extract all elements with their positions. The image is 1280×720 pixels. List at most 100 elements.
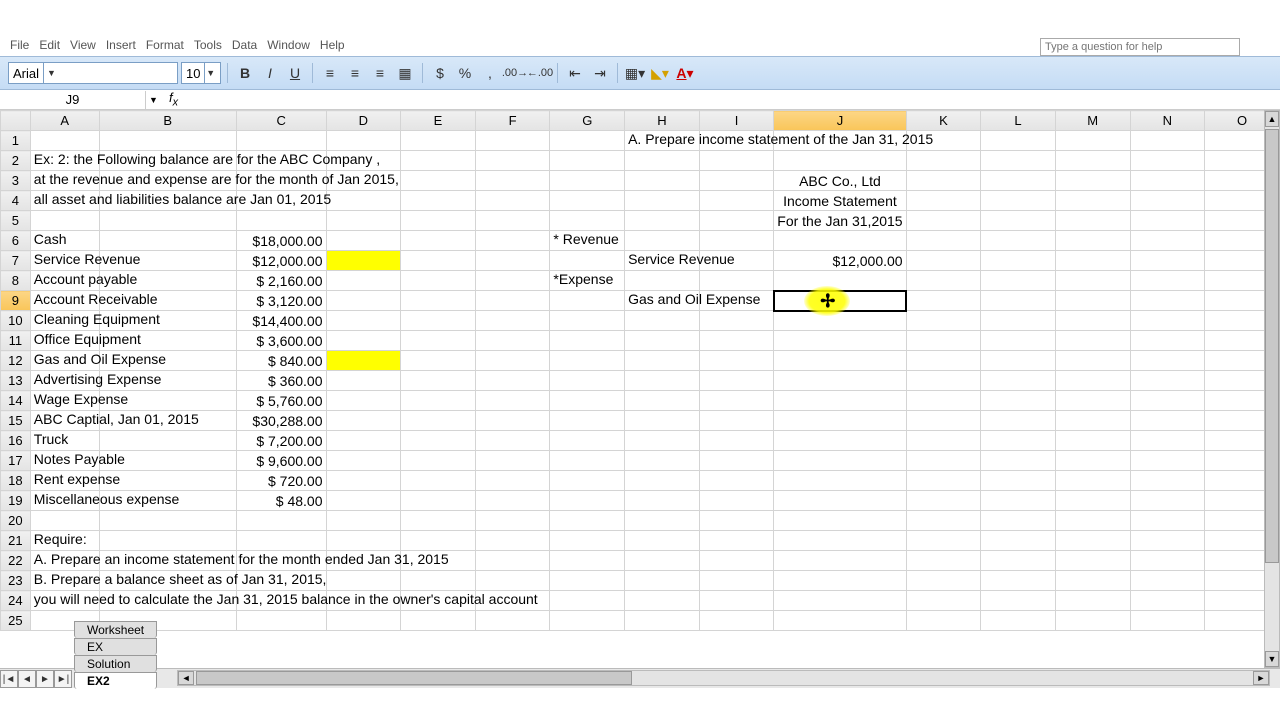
cell-E14[interactable] — [401, 391, 476, 411]
cell-K7[interactable] — [906, 251, 981, 271]
cell-H15[interactable] — [625, 411, 700, 431]
cell-I21[interactable] — [699, 531, 774, 551]
comma-button[interactable]: , — [479, 62, 501, 84]
cell-I15[interactable] — [699, 411, 774, 431]
cell-L21[interactable] — [981, 531, 1056, 551]
cell-K25[interactable] — [906, 611, 981, 631]
cell-A1[interactable] — [30, 131, 99, 151]
spreadsheet-grid[interactable]: ABCDEFGHIJKLMNO 1A. Prepare income state… — [0, 110, 1280, 631]
cell-A22[interactable]: A. Prepare an income statement for the m… — [30, 551, 99, 571]
row-header[interactable]: 10 — [1, 311, 31, 331]
row-header[interactable]: 19 — [1, 491, 31, 511]
cell-D12[interactable] — [326, 351, 401, 371]
cell-B21[interactable] — [99, 531, 236, 551]
cell-B6[interactable] — [99, 231, 236, 251]
cell-L14[interactable] — [981, 391, 1056, 411]
cell-K8[interactable] — [906, 271, 981, 291]
cell-L22[interactable] — [981, 551, 1056, 571]
cell-L1[interactable] — [981, 131, 1056, 151]
cell-A6[interactable]: Cash — [30, 231, 99, 251]
cell-F21[interactable] — [475, 531, 550, 551]
cell-D14[interactable] — [326, 391, 401, 411]
cell-K12[interactable] — [906, 351, 981, 371]
cell-J14[interactable] — [774, 391, 906, 411]
cell-F15[interactable] — [475, 411, 550, 431]
cell-J9[interactable]: ✢ — [774, 291, 906, 311]
cell-J25[interactable] — [774, 611, 906, 631]
cell-N21[interactable] — [1130, 531, 1205, 551]
align-right-button[interactable]: ≡ — [369, 62, 391, 84]
cell-H20[interactable] — [625, 511, 700, 531]
cell-M2[interactable] — [1055, 151, 1130, 171]
underline-button[interactable]: U — [284, 62, 306, 84]
merge-cells-button[interactable]: ▦ — [394, 62, 416, 84]
cell-C15[interactable]: $30,288.00 — [236, 411, 326, 431]
col-header-K[interactable]: K — [906, 111, 981, 131]
cell-J18[interactable] — [774, 471, 906, 491]
row-header[interactable]: 2 — [1, 151, 31, 171]
cell-N23[interactable] — [1130, 571, 1205, 591]
col-header-L[interactable]: L — [981, 111, 1056, 131]
cell-G1[interactable] — [550, 131, 625, 151]
cell-F8[interactable] — [475, 271, 550, 291]
cell-F12[interactable] — [475, 351, 550, 371]
cell-M16[interactable] — [1055, 431, 1130, 451]
cell-G11[interactable] — [550, 331, 625, 351]
cell-L7[interactable] — [981, 251, 1056, 271]
sheet-tab-solution[interactable]: Solution — [74, 655, 157, 672]
cell-J17[interactable] — [774, 451, 906, 471]
increase-decimal-button[interactable]: .00→ — [504, 62, 526, 84]
cell-M6[interactable] — [1055, 231, 1130, 251]
vertical-scrollbar[interactable]: ▲ ▼ — [1264, 110, 1280, 668]
cell-M25[interactable] — [1055, 611, 1130, 631]
cell-G16[interactable] — [550, 431, 625, 451]
cell-K3[interactable] — [906, 171, 981, 191]
col-header-G[interactable]: G — [550, 111, 625, 131]
cell-A9[interactable]: Account Receivable — [30, 291, 99, 311]
cell-F25[interactable] — [475, 611, 550, 631]
cell-C14[interactable]: $ 5,760.00 — [236, 391, 326, 411]
cell-L4[interactable] — [981, 191, 1056, 211]
row-header[interactable]: 20 — [1, 511, 31, 531]
cell-N5[interactable] — [1130, 211, 1205, 231]
cell-K16[interactable] — [906, 431, 981, 451]
cell-E1[interactable] — [401, 131, 476, 151]
cell-A15[interactable]: ABC Captial, Jan 01, 2015 — [30, 411, 99, 431]
cell-D7[interactable] — [326, 251, 401, 271]
cell-K13[interactable] — [906, 371, 981, 391]
cell-N20[interactable] — [1130, 511, 1205, 531]
cell-I12[interactable] — [699, 351, 774, 371]
cell-A8[interactable]: Account payable — [30, 271, 99, 291]
cell-G23[interactable] — [550, 571, 625, 591]
cell-G13[interactable] — [550, 371, 625, 391]
row-header[interactable]: 13 — [1, 371, 31, 391]
tab-nav-next[interactable]: ► — [36, 670, 54, 688]
cell-E10[interactable] — [401, 311, 476, 331]
menu-help[interactable]: Help — [320, 38, 345, 52]
cell-G17[interactable] — [550, 451, 625, 471]
cell-K22[interactable] — [906, 551, 981, 571]
cell-A19[interactable]: Miscellaneous expense — [30, 491, 99, 511]
cell-N13[interactable] — [1130, 371, 1205, 391]
cell-E11[interactable] — [401, 331, 476, 351]
menu-window[interactable]: Window — [267, 38, 310, 52]
cell-D15[interactable] — [326, 411, 401, 431]
row-header[interactable]: 22 — [1, 551, 31, 571]
percent-button[interactable]: % — [454, 62, 476, 84]
cell-L11[interactable] — [981, 331, 1056, 351]
cell-H22[interactable] — [625, 551, 700, 571]
row-header[interactable]: 11 — [1, 331, 31, 351]
cell-L17[interactable] — [981, 451, 1056, 471]
cell-J6[interactable] — [774, 231, 906, 251]
cell-C11[interactable]: $ 3,600.00 — [236, 331, 326, 351]
cell-L24[interactable] — [981, 591, 1056, 611]
scroll-left-arrow[interactable]: ◄ — [178, 671, 194, 685]
cell-B1[interactable] — [99, 131, 236, 151]
col-header-N[interactable]: N — [1130, 111, 1205, 131]
cell-M24[interactable] — [1055, 591, 1130, 611]
cell-M21[interactable] — [1055, 531, 1130, 551]
cell-I18[interactable] — [699, 471, 774, 491]
cell-F18[interactable] — [475, 471, 550, 491]
cell-J10[interactable] — [774, 311, 906, 331]
cell-I24[interactable] — [699, 591, 774, 611]
